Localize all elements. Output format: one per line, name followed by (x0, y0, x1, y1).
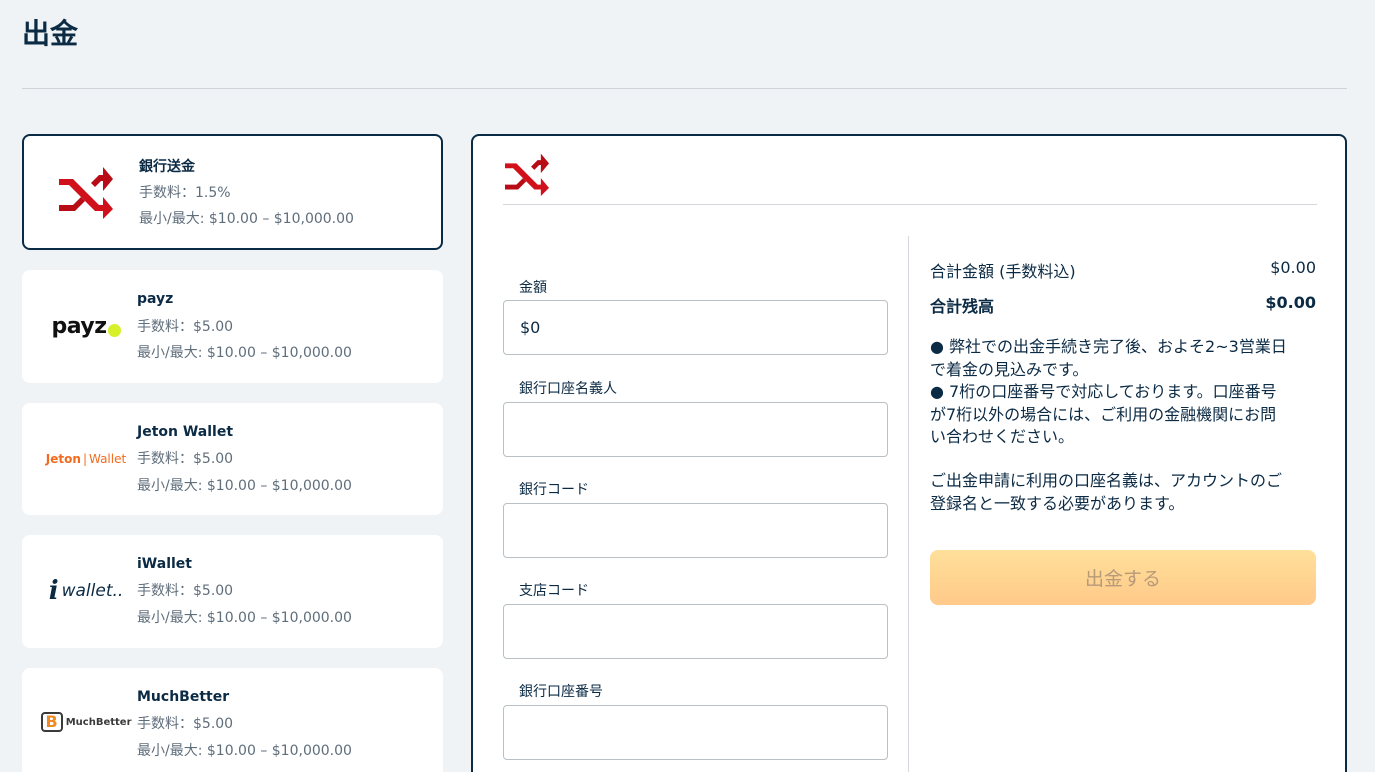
method-name: iWallet (137, 556, 192, 572)
page-title: 出金 (22, 17, 79, 50)
method-card-jeton-wallet[interactable]: Jeton | Wallet Jeton Wallet 手数料：$5.00 最小… (22, 403, 443, 515)
total-amount-value: $0.00 (1270, 258, 1316, 277)
jeton-wallet-logo: Jeton | Wallet (36, 429, 136, 489)
bank-transfer-icon (36, 162, 136, 222)
total-balance-label: 合計残高 (930, 297, 995, 316)
total-amount-row: 合計金額 (手数料込) $0.00 (930, 258, 1316, 282)
withdrawal-form-panel: 金額 銀行口座名義人 銀行コード 支店コード 銀行口座番号 合計金額 (手数料込… (471, 134, 1347, 772)
payz-logo-text: payz (51, 313, 107, 339)
method-name: Jeton Wallet (137, 424, 234, 440)
method-limit: 最小/最大: $10.00 – $10,000.00 (137, 345, 352, 361)
account-name-note: ご出金申請に利用の口座名義は、アカウントのご 登録名と一致する必要があります。 (930, 470, 1320, 515)
method-fee: 手数料：$5.00 (137, 451, 234, 467)
method-fee: 手数料：$5.00 (137, 716, 234, 732)
note-line: が7桁以外の場合には、ご利用の金融機関にお問 (930, 404, 1277, 424)
total-amount-label: 合計金額 (手数料込) (930, 262, 1076, 281)
account-holder-input[interactable] (503, 402, 888, 457)
processing-note: ● 弊社での出金手続き完了後、およそ2~3営業日 で着金の見込みです。 ● 7桁… (930, 336, 1320, 449)
method-fee: 手数料：$5.00 (137, 319, 234, 335)
jeton-logo-separator: | (82, 452, 87, 466)
jeton-logo-text: Jeton (45, 452, 81, 466)
bank-transfer-icon (501, 152, 553, 200)
method-name: payz (137, 291, 174, 307)
amount-input[interactable] (503, 300, 888, 355)
iwallet-logo-text: wallet.. (61, 581, 124, 601)
payz-logo: payz (36, 296, 136, 356)
amount-label: 金額 (519, 280, 547, 296)
branch-code-input[interactable] (503, 604, 888, 659)
account-number-label: 銀行口座番号 (519, 684, 603, 700)
iwallet-logo-i: i (48, 576, 59, 606)
method-fee: 手数料：1.5% (139, 185, 231, 201)
title-divider (22, 88, 1347, 89)
method-limit: 最小/最大: $10.00 – $10,000.00 (137, 478, 352, 494)
bank-code-input[interactable] (503, 503, 888, 558)
column-divider (908, 236, 909, 772)
method-card-payz[interactable]: payz payz 手数料：$5.00 最小/最大: $10.00 – $10,… (22, 270, 443, 383)
muchbetter-logo-text: MuchBetter (65, 716, 132, 728)
method-limit: 最小/最大: $10.00 – $10,000.00 (137, 610, 352, 626)
note-line: ● 7桁の口座番号で対応しております。口座番号 (930, 382, 1277, 401)
method-limit: 最小/最大: $10.00 – $10,000.00 (139, 211, 354, 227)
jeton-logo-wallet-text: Wallet (88, 452, 127, 466)
payz-dot-icon (107, 323, 121, 337)
note-line: い合わせください。 (930, 427, 1075, 446)
method-card-iwallet[interactable]: i wallet.. iWallet 手数料：$5.00 最小/最大: $10.… (22, 535, 443, 648)
total-balance-value: $0.00 (1265, 293, 1316, 312)
method-name: MuchBetter (137, 689, 230, 705)
note-line: ご出金申請に利用の口座名義は、アカウントのご (930, 471, 1283, 490)
method-card-bank-transfer[interactable]: 銀行送金 手数料：1.5% 最小/最大: $10.00 – $10,000.00 (22, 134, 443, 250)
note-line: で着金の見込みです。 (930, 359, 1089, 379)
method-limit: 最小/最大: $10.00 – $10,000.00 (137, 743, 352, 759)
method-name: 銀行送金 (139, 159, 195, 175)
note-line: 登録名と一致する必要があります。 (930, 493, 1185, 513)
muchbetter-logo: B MuchBetter (36, 692, 136, 752)
branch-code-label: 支店コード (519, 583, 589, 599)
bank-code-label: 銀行コード (519, 482, 589, 498)
method-card-muchbetter[interactable]: B MuchBetter MuchBetter 手数料：$5.00 最小/最大:… (22, 668, 443, 772)
panel-header-divider (503, 204, 1317, 205)
account-holder-label: 銀行口座名義人 (519, 381, 617, 397)
method-fee: 手数料：$5.00 (137, 583, 234, 599)
note-line: ● 弊社での出金手続き完了後、およそ2~3営業日 (930, 337, 1287, 356)
total-balance-row: 合計残高 $0.00 (930, 293, 1316, 317)
withdraw-button[interactable]: 出金する (930, 550, 1316, 605)
muchbetter-b-icon: B (40, 712, 63, 732)
iwallet-logo: i wallet.. (36, 561, 136, 621)
account-number-input[interactable] (503, 705, 888, 760)
